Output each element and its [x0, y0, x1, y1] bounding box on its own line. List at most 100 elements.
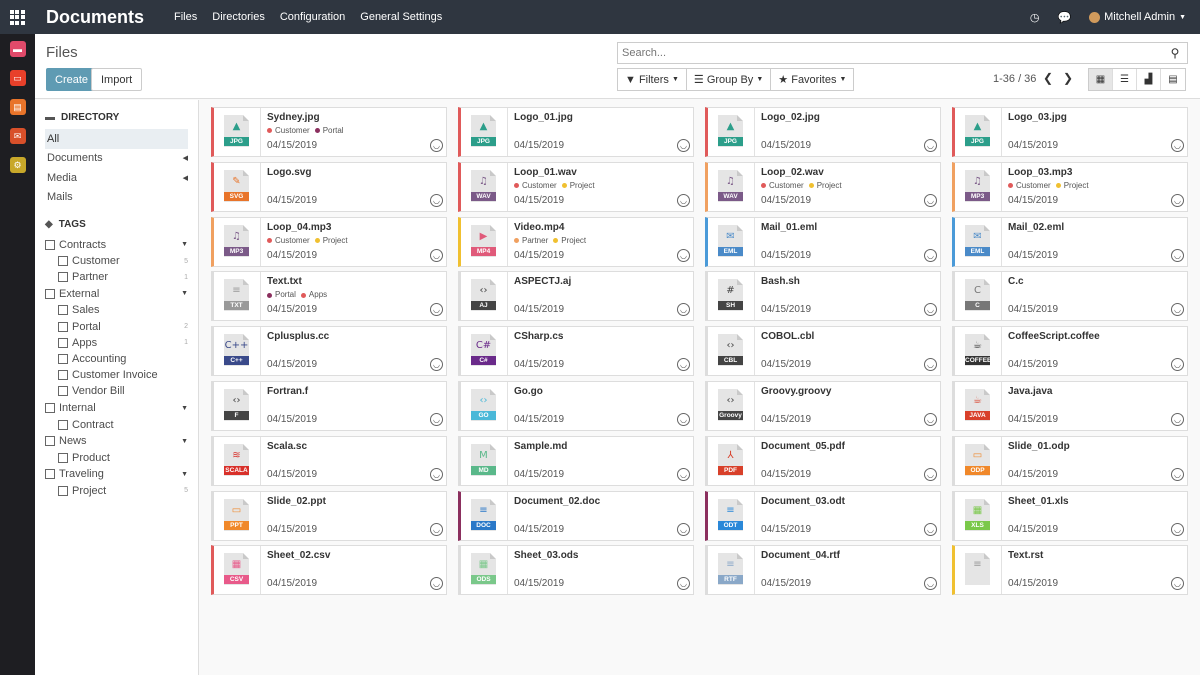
discuss-app-icon[interactable]: ▬ [9, 41, 26, 57]
file-card[interactable]: ▲ JPG Logo_03.jpg 04/15/2019 ◡ [952, 107, 1188, 157]
file-card[interactable]: ▭ PPT Slide_02.ppt 04/15/2019 ◡ [211, 490, 447, 541]
tag-group[interactable]: External ▼ [45, 285, 188, 302]
file-card[interactable]: M MD Sample.md 04/15/2019 ◡ [458, 435, 694, 486]
file-card[interactable]: ‹› F Fortran.f 04/15/2019 ◡ [211, 381, 447, 431]
directory-item[interactable]: All [45, 129, 188, 149]
search-icon[interactable]: ⚲ [1163, 46, 1187, 60]
pager-previous-icon[interactable]: ❮ [1043, 71, 1053, 85]
menu-configuration[interactable]: Configuration [280, 11, 345, 23]
directory-item[interactable]: Documents ◀ [45, 149, 188, 169]
checkbox[interactable] [58, 452, 68, 463]
file-card[interactable]: ✉ EML Mail_02.eml 04/15/2019 ◡ [952, 216, 1188, 267]
create-button[interactable]: Create [46, 68, 98, 91]
contacts-app-icon[interactable]: ✉ [9, 128, 26, 144]
file-card[interactable]: ≋ SCALA Scala.sc 04/15/2019 ◡ [211, 435, 447, 486]
checkbox[interactable] [45, 288, 55, 299]
tag-group[interactable]: Contracts ▼ [45, 236, 188, 253]
activity-smiley-icon[interactable]: ◡ [430, 577, 443, 591]
activity-smiley-icon[interactable]: ◡ [430, 139, 443, 152]
filters-dropdown[interactable]: ▼ Filters ▼ [618, 69, 687, 90]
activity-smiley-icon[interactable]: ◡ [924, 522, 937, 536]
file-card[interactable]: ♫ MP3 Loop_04.mp3 Customer Project 04/15/2019… [211, 216, 447, 267]
activity-smiley-icon[interactable]: ◡ [924, 303, 937, 317]
search-input[interactable] [622, 47, 1163, 59]
activity-smiley-icon[interactable]: ◡ [677, 139, 690, 152]
file-card[interactable]: C++ C++ Cplusplus.cc 04/15/2019 ◡ [211, 326, 447, 377]
checkbox[interactable] [45, 403, 55, 413]
activity-smiley-icon[interactable]: ◡ [677, 193, 690, 207]
activity-smiley-icon[interactable]: ◡ [1171, 303, 1184, 317]
file-card[interactable]: ▦ CSV Sheet_02.csv 04/15/2019 ◡ [211, 545, 447, 596]
checkbox[interactable] [58, 354, 68, 365]
kanban-view-icon[interactable]: ▦ [1089, 69, 1113, 90]
file-card[interactable]: ‹› GO Go.go 04/15/2019 ◡ [458, 381, 694, 431]
user-menu[interactable]: Mitchell Admin ▼ [1089, 11, 1186, 23]
tag-item[interactable]: Partner 1 [45, 269, 188, 285]
activity-smiley-icon[interactable]: ◡ [677, 577, 690, 591]
file-card[interactable]: ≡ DOC Document_02.doc 04/15/2019 ◡ [458, 490, 694, 541]
file-card[interactable]: ✉ EML Mail_01.eml 04/15/2019 ◡ [705, 216, 941, 267]
file-card[interactable]: ▲ JPG Logo_01.jpg 04/15/2019 ◡ [458, 107, 694, 157]
activity-smiley-icon[interactable]: ◡ [430, 248, 443, 262]
activity-smiley-icon[interactable]: ◡ [1171, 193, 1184, 207]
activity-smiley-icon[interactable]: ◡ [430, 358, 443, 372]
file-card[interactable]: ✎ SVG Logo.svg 04/15/2019 ◡ [211, 161, 447, 212]
file-card[interactable]: ▲ JPG Sydney.jpg Customer Portal 04/15/2019 ◡ [211, 107, 447, 157]
checkbox[interactable] [58, 321, 68, 332]
file-card[interactable]: ‹› CBL COBOL.cbl 04/15/2019 ◡ [705, 326, 941, 377]
pager-next-icon[interactable]: ❯ [1063, 71, 1073, 85]
file-card[interactable]: ‹› Groovy Groovy.groovy 04/15/2019 ◡ [705, 381, 941, 431]
tag-item[interactable]: Customer Invoice [45, 367, 188, 383]
activity-smiley-icon[interactable]: ◡ [924, 193, 937, 207]
activity-smiley-icon[interactable]: ◡ [1171, 358, 1184, 372]
activity-smiley-icon[interactable]: ◡ [1171, 522, 1184, 536]
activity-smiley-icon[interactable]: ◡ [677, 413, 690, 426]
clock-icon[interactable]: ◷ [1030, 11, 1040, 24]
activity-smiley-icon[interactable]: ◡ [677, 467, 690, 481]
favorites-dropdown[interactable]: ★ Favorites ▼ [771, 69, 853, 90]
file-card[interactable]: ♫ MP3 Loop_03.mp3 Customer Project 04/15/2019… [952, 161, 1188, 212]
file-card[interactable]: # SH Bash.sh 04/15/2019 ◡ [705, 271, 941, 322]
tag-group[interactable]: Traveling ▼ [45, 466, 188, 483]
activity-smiley-icon[interactable]: ◡ [1171, 413, 1184, 426]
file-card[interactable]: ▦ XLS Sheet_01.xls 04/15/2019 ◡ [952, 490, 1188, 541]
apps-menu-icon[interactable] [0, 0, 34, 34]
activity-smiley-icon[interactable]: ◡ [924, 248, 937, 262]
file-card[interactable]: ≡ Text.rst 04/15/2019 ◡ [952, 545, 1188, 596]
file-card[interactable]: ≡ TXT Text.txt Portal Apps 04/15/2019 ◡ [211, 271, 447, 322]
expand-arrow-icon[interactable]: ◀ [183, 154, 188, 162]
file-card[interactable]: ▭ ODP Slide_01.odp 04/15/2019 ◡ [952, 435, 1188, 486]
tag-item[interactable]: Contract [45, 417, 188, 433]
caret-down-icon[interactable]: ▼ [181, 241, 188, 248]
import-button[interactable]: Import [91, 68, 143, 91]
directory-item[interactable]: Media ◀ [45, 168, 188, 188]
caret-down-icon[interactable]: ▼ [181, 290, 188, 297]
tag-item[interactable]: Customer 5 [45, 253, 188, 269]
tag-item[interactable]: Product [45, 450, 188, 466]
activity-smiley-icon[interactable]: ◡ [1171, 248, 1184, 262]
file-card[interactable]: C# C# CSharp.cs 04/15/2019 ◡ [458, 326, 694, 377]
tag-item[interactable]: Vendor Bill [45, 383, 188, 399]
group-by-dropdown[interactable]: ☰ Group By ▼ [687, 69, 772, 90]
tag-item[interactable]: Accounting [45, 351, 188, 367]
notes-app-icon[interactable]: ▤ [9, 99, 26, 115]
menu-directories[interactable]: Directories [212, 11, 265, 23]
chat-icon[interactable]: 💬 [1057, 11, 1071, 24]
tag-item[interactable]: Portal 2 [45, 319, 188, 335]
file-card[interactable]: ♫ WAV Loop_02.wav Customer Project 04/15/2019… [705, 161, 941, 212]
file-card[interactable]: C C C.c 04/15/2019 ◡ [952, 271, 1188, 322]
checkbox[interactable] [45, 469, 55, 480]
activity-smiley-icon[interactable]: ◡ [924, 358, 937, 372]
checkbox[interactable] [58, 337, 68, 348]
tag-group[interactable]: Internal ▼ [45, 400, 188, 417]
activity-smiley-icon[interactable]: ◡ [924, 577, 937, 591]
tag-group[interactable]: News ▼ [45, 433, 188, 450]
documents-app-icon[interactable]: ▭ [9, 70, 26, 86]
file-card[interactable]: ‹› AJ ASPECTJ.aj 04/15/2019 ◡ [458, 271, 694, 322]
checkbox[interactable] [58, 419, 68, 430]
activity-smiley-icon[interactable]: ◡ [1171, 577, 1184, 591]
activity-smiley-icon[interactable]: ◡ [924, 139, 937, 152]
directory-item[interactable]: Mails [45, 188, 188, 208]
file-card[interactable]: ≡ RTF Document_04.rtf 04/15/2019 ◡ [705, 545, 941, 596]
caret-down-icon[interactable]: ▼ [181, 405, 188, 412]
